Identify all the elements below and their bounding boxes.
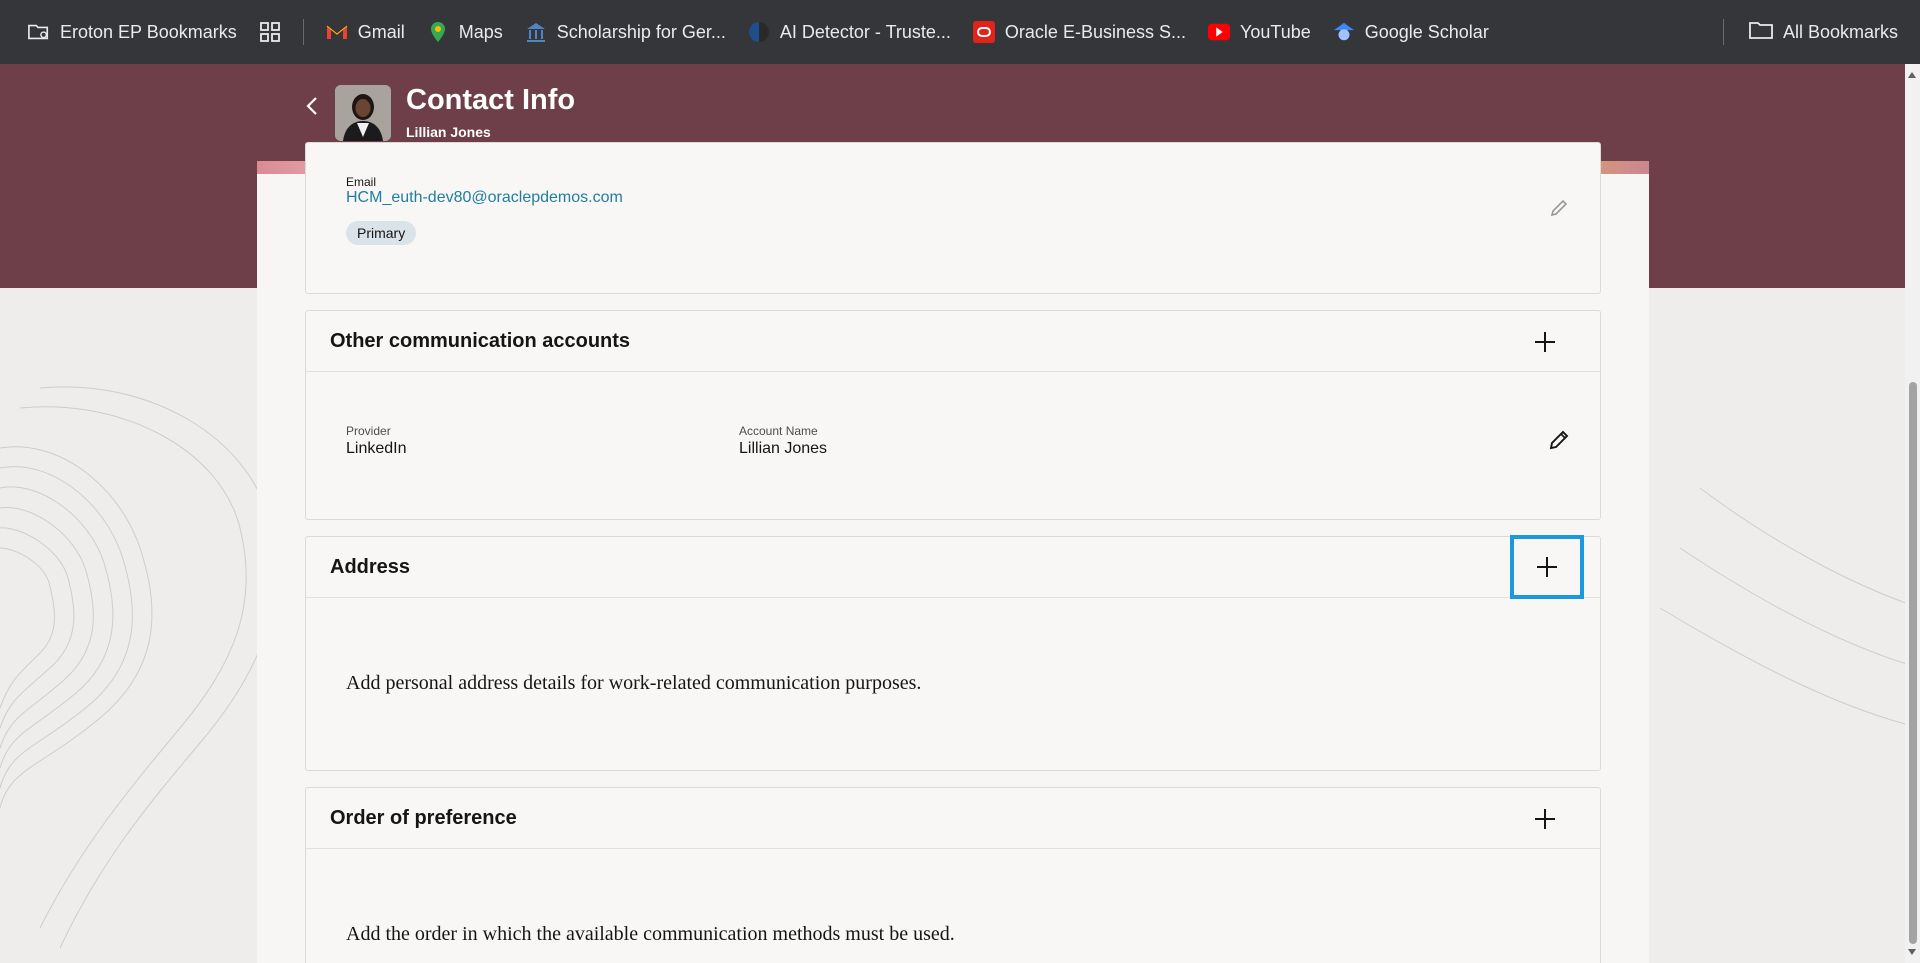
scroll-down-icon[interactable] bbox=[1908, 949, 1916, 955]
account-name-label: Account Name bbox=[739, 424, 818, 438]
plus-icon bbox=[1535, 809, 1555, 829]
bookmark-eroton[interactable]: Eroton EP Bookmarks bbox=[28, 21, 237, 43]
bookmarks-bar: Eroton EP Bookmarks Gmail Maps Scholarsh… bbox=[0, 0, 1920, 64]
other-accounts-card: Other communication accounts Provider Li… bbox=[305, 310, 1601, 520]
card-header: Address bbox=[306, 535, 1600, 599]
apps-grid-icon bbox=[259, 21, 281, 43]
header-overlay bbox=[257, 64, 1649, 174]
pencil-icon bbox=[1549, 430, 1569, 450]
scholarship-icon bbox=[525, 21, 547, 43]
account-name-field: Account Name Lillian Jones bbox=[739, 424, 827, 458]
maps-icon bbox=[427, 21, 449, 43]
add-address-button[interactable] bbox=[1510, 535, 1584, 599]
account-name-value: Lillian Jones bbox=[739, 440, 828, 457]
plus-icon bbox=[1537, 557, 1557, 577]
bookmark-ai-detector[interactable]: AI Detector - Truste... bbox=[748, 21, 951, 43]
add-order-button[interactable] bbox=[1510, 794, 1580, 844]
bookmark-label: Eroton EP Bookmarks bbox=[60, 21, 237, 42]
google-scholar-icon bbox=[1333, 21, 1355, 43]
address-card: Address Add personal address details for… bbox=[305, 535, 1601, 771]
page-scrollbar[interactable] bbox=[1905, 64, 1920, 963]
bookmark-label: Google Scholar bbox=[1364, 21, 1489, 42]
folder-settings-icon bbox=[28, 21, 50, 43]
bookmark-oracle[interactable]: Oracle E-Business S... bbox=[972, 21, 1186, 43]
provider-value: LinkedIn bbox=[346, 440, 407, 457]
address-empty-text: Add personal address details for work-re… bbox=[346, 672, 922, 694]
email-link[interactable]: HCM_euth-dev80@oraclepdemos.com bbox=[346, 189, 623, 207]
bookmark-maps[interactable]: Maps bbox=[427, 21, 503, 43]
primary-badge: Primary bbox=[346, 221, 417, 245]
gmail-icon bbox=[326, 21, 348, 43]
card-header: Other communication accounts bbox=[306, 311, 1600, 372]
scroll-up-icon[interactable] bbox=[1908, 72, 1916, 78]
bookmark-google-scholar[interactable]: Google Scholar bbox=[1333, 21, 1489, 43]
email-label: Email bbox=[346, 175, 377, 189]
bookmark-label: YouTube bbox=[1240, 21, 1311, 42]
bookmark-label: Maps bbox=[458, 21, 503, 42]
contact-info-panel: Contact Info Lillian Jones Email HCM_eut… bbox=[257, 64, 1649, 963]
oracle-icon bbox=[972, 21, 995, 43]
bookmark-youtube[interactable]: YouTube bbox=[1208, 21, 1311, 43]
bookmarks-divider bbox=[302, 19, 304, 45]
order-preference-card: Order of preference Add the order in whi… bbox=[305, 787, 1601, 963]
bookmark-scholarship[interactable]: Scholarship for Ger... bbox=[525, 21, 726, 43]
provider-field: Provider LinkedIn bbox=[346, 424, 407, 458]
order-empty-text: Add the order in which the available com… bbox=[346, 923, 955, 945]
folder-icon bbox=[1749, 20, 1773, 45]
bookmarks-divider bbox=[1723, 19, 1724, 45]
section-title: Order of preference bbox=[330, 806, 517, 829]
all-bookmarks-button[interactable]: All Bookmarks bbox=[1749, 0, 1898, 64]
scroll-thumb[interactable] bbox=[1909, 382, 1917, 944]
bookmark-label: Scholarship for Ger... bbox=[556, 21, 726, 42]
section-title: Address bbox=[330, 555, 411, 578]
pencil-icon bbox=[1550, 199, 1568, 217]
card-header: Order of preference bbox=[306, 788, 1600, 849]
add-account-button[interactable] bbox=[1510, 317, 1580, 367]
edit-email-button[interactable] bbox=[1544, 193, 1574, 223]
provider-label: Provider bbox=[346, 424, 391, 438]
all-bookmarks-label: All Bookmarks bbox=[1782, 21, 1898, 42]
bookmark-label: Gmail bbox=[357, 21, 405, 42]
apps-grid-button[interactable] bbox=[259, 21, 281, 43]
bookmark-gmail[interactable]: Gmail bbox=[326, 21, 405, 43]
youtube-icon bbox=[1208, 21, 1230, 43]
bookmark-label: Oracle E-Business S... bbox=[1004, 21, 1186, 42]
ai-detector-icon bbox=[748, 21, 770, 43]
bookmark-label: AI Detector - Truste... bbox=[779, 21, 951, 42]
edit-account-button[interactable] bbox=[1544, 425, 1574, 455]
plus-icon bbox=[1535, 332, 1555, 352]
section-title: Other communication accounts bbox=[330, 329, 631, 352]
